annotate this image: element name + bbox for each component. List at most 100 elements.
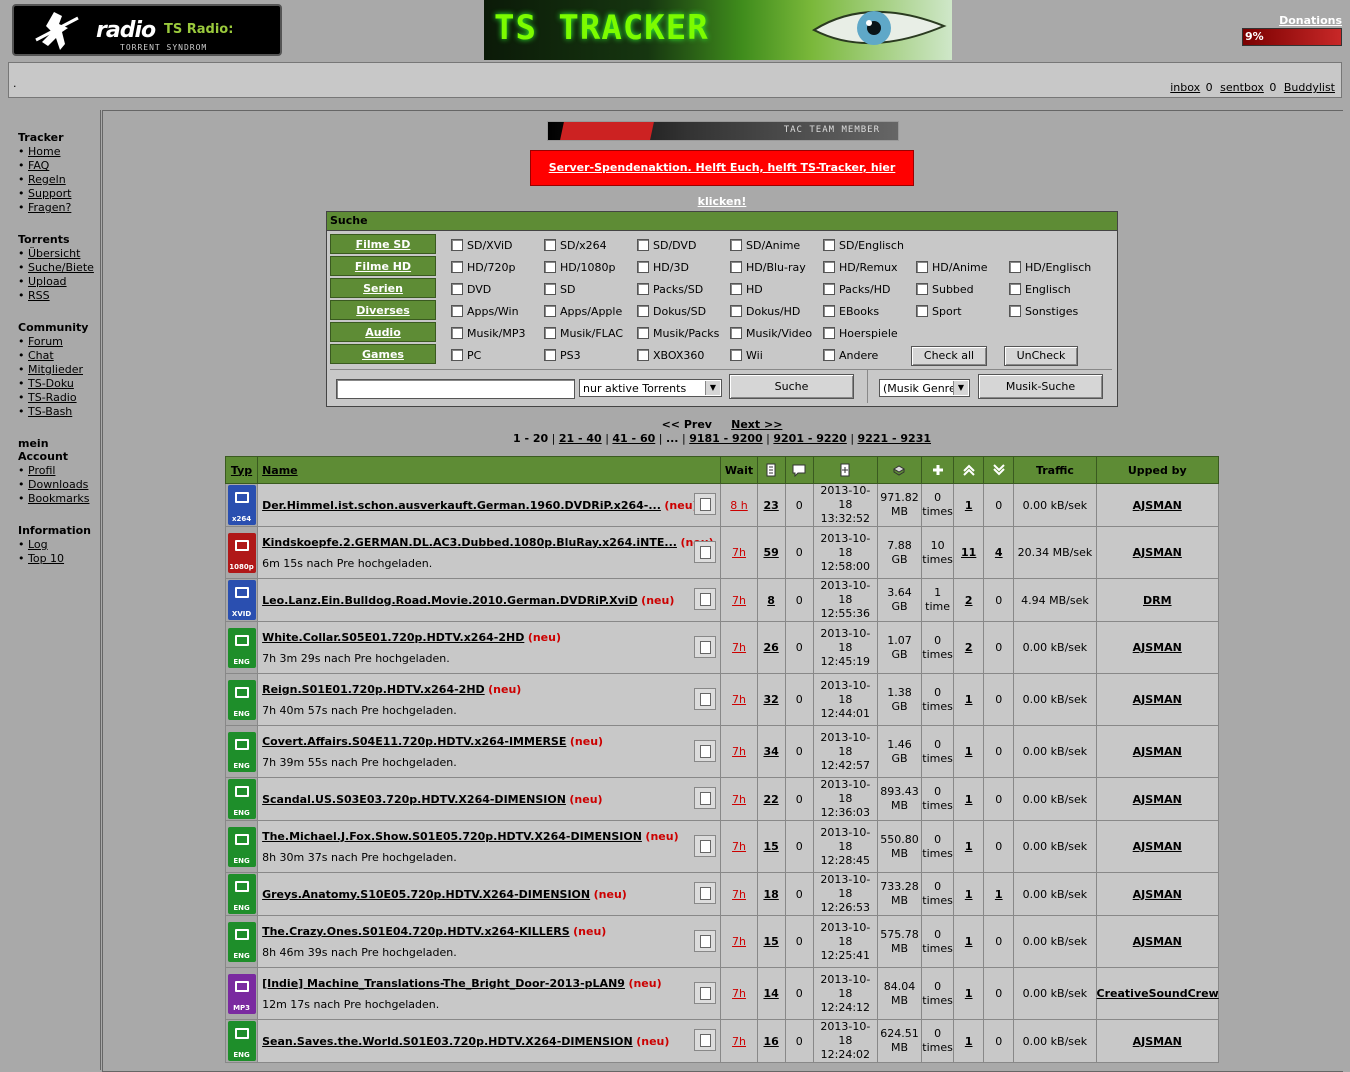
seeders-link[interactable]: 2 (965, 641, 973, 654)
check-all-button[interactable]: Check all (911, 346, 987, 366)
ts-tracker-banner[interactable]: TS TRACKER (484, 0, 952, 60)
category-checkbox[interactable]: Musik/MP3 (451, 326, 525, 342)
category-checkbox[interactable]: Musik/Packs (637, 326, 719, 342)
seeders-link[interactable]: 11 (961, 546, 976, 559)
search-input[interactable] (336, 379, 575, 399)
category-type-icon[interactable]: ENG (227, 874, 256, 914)
category-checkbox[interactable]: Englisch (1009, 282, 1071, 298)
sidebar-link[interactable]: Upload (28, 275, 67, 288)
checkbox-box[interactable] (451, 261, 463, 273)
category-link[interactable]: Games (362, 348, 404, 361)
col-files[interactable] (756, 456, 786, 484)
checkbox-box[interactable] (544, 327, 556, 339)
category-checkbox[interactable]: PS3 (544, 348, 581, 364)
page-link[interactable]: 41 - 60 (612, 432, 655, 445)
sidebar-item[interactable]: Übersicht (18, 247, 100, 261)
files-link[interactable]: 22 (763, 793, 778, 806)
torrent-name-link[interactable]: The.Crazy.Ones.S01E04.720p.HDTV.x264-KIL… (262, 925, 570, 938)
category-type-icon[interactable]: ENG (227, 826, 256, 867)
type-cell[interactable]: ENG (224, 725, 259, 778)
col-typ[interactable]: Typ (224, 456, 259, 484)
uploader-link[interactable]: AJSMAN (1133, 641, 1182, 654)
category-checkbox[interactable]: Dokus/SD (637, 304, 706, 320)
nfo-icon[interactable] (694, 929, 717, 952)
seeders-link[interactable]: 1 (965, 987, 973, 1000)
checkbox-box[interactable] (544, 349, 556, 361)
uploader-link[interactable]: AJSMAN (1133, 793, 1182, 806)
sidebar-link[interactable]: TS-Bash (28, 405, 72, 418)
category-checkbox[interactable]: DVD (451, 282, 491, 298)
category-checkbox[interactable]: Apps/Apple (544, 304, 622, 320)
checkbox-box[interactable] (916, 261, 928, 273)
category-checkbox[interactable]: Dokus/HD (730, 304, 800, 320)
typ-header[interactable]: Typ (231, 464, 252, 477)
torrent-name-link[interactable]: Der.Himmel.ist.schon.ausverkauft.German.… (262, 499, 661, 512)
type-cell[interactable]: x264 (224, 483, 259, 527)
type-cell[interactable]: ENG (224, 621, 259, 674)
checkbox-box[interactable] (1009, 283, 1021, 295)
category-link[interactable]: Diverses (356, 304, 410, 317)
wait-link[interactable]: 7h (732, 1035, 746, 1048)
col-snatched[interactable] (921, 456, 955, 484)
torrent-name-link[interactable]: White.Collar.S05E01.720p.HDTV.x264-2HD (262, 631, 524, 644)
col-size[interactable] (876, 456, 923, 484)
type-cell[interactable]: ENG (224, 820, 259, 873)
type-cell[interactable]: ENG (224, 777, 259, 821)
sidebar-link[interactable]: Home (28, 145, 60, 158)
checkbox-box[interactable] (451, 305, 463, 317)
site-logo[interactable]: radio TS Radio: TORRENT SYNDROM (12, 4, 282, 56)
files-link[interactable]: 16 (763, 1035, 778, 1048)
category-type-icon[interactable]: XVID (227, 580, 256, 620)
search-button[interactable]: Suche (729, 374, 854, 399)
genre-select[interactable]: (Musik Genre) ▼ (879, 379, 970, 397)
checkbox-box[interactable] (637, 239, 649, 251)
category-button[interactable]: Games (330, 344, 436, 364)
donations-link[interactable]: Donations (1279, 14, 1342, 27)
sidebar-link[interactable]: Top 10 (28, 552, 64, 565)
sidebar-item[interactable]: Log (18, 538, 100, 552)
seeders-link[interactable]: 1 (965, 745, 973, 758)
wait-link[interactable]: 8 h (730, 499, 747, 512)
leechers-link[interactable]: 1 (995, 888, 1003, 901)
checkbox-box[interactable] (451, 283, 463, 295)
wait-link[interactable]: 7h (732, 987, 746, 1000)
prev-link[interactable]: << Prev (662, 418, 712, 431)
checkbox-box[interactable] (823, 305, 835, 317)
nfo-icon[interactable] (694, 834, 717, 857)
files-link[interactable]: 8 (767, 594, 775, 607)
uploader-link[interactable]: CreativeSoundCrew (1097, 987, 1219, 1000)
category-type-icon[interactable]: ENG (227, 779, 256, 819)
checkbox-box[interactable] (730, 305, 742, 317)
category-checkbox[interactable]: HD/3D (637, 260, 689, 276)
sidebar-link[interactable]: FAQ (28, 159, 49, 172)
sidebar-item[interactable]: Support (18, 187, 100, 201)
nfo-icon[interactable] (694, 540, 717, 563)
checkbox-box[interactable] (544, 305, 556, 317)
torrent-name-link[interactable]: [Indie] Machine_Translations-The_Bright_… (262, 977, 625, 990)
sidebar-link[interactable]: Forum (28, 335, 63, 348)
sidebar-item[interactable]: Chat (18, 349, 100, 363)
category-checkbox[interactable]: HD/1080p (544, 260, 615, 276)
next-link[interactable]: Next >> (731, 418, 782, 431)
category-button[interactable]: Serien (330, 278, 436, 298)
checkbox-box[interactable] (637, 327, 649, 339)
col-comments[interactable] (784, 456, 814, 484)
nfo-icon[interactable] (694, 635, 717, 658)
torrent-name-link[interactable]: Covert.Affairs.S04E11.720p.HDTV.x264-IMM… (262, 735, 566, 748)
sidebar-item[interactable]: Bookmarks (18, 492, 100, 506)
uploader-link[interactable]: DRM (1143, 594, 1172, 607)
uncheck-button[interactable]: UnCheck (1004, 346, 1078, 366)
category-button[interactable]: Audio (330, 322, 436, 342)
checkbox-box[interactable] (730, 349, 742, 361)
col-added[interactable] (812, 456, 878, 484)
category-type-icon[interactable]: 1080p (227, 532, 256, 573)
checkbox-box[interactable] (1009, 305, 1021, 317)
nfo-icon[interactable] (694, 981, 717, 1004)
checkbox-box[interactable] (451, 349, 463, 361)
type-cell[interactable]: ENG (224, 1019, 259, 1063)
torrent-name-link[interactable]: The.Michael.J.Fox.Show.S01E05.720p.HDTV.… (262, 830, 642, 843)
category-type-icon[interactable]: ENG (227, 627, 256, 668)
sidebar-item[interactable]: TS-Doku (18, 377, 100, 391)
nfo-icon[interactable] (694, 493, 717, 515)
checkbox-box[interactable] (823, 261, 835, 273)
